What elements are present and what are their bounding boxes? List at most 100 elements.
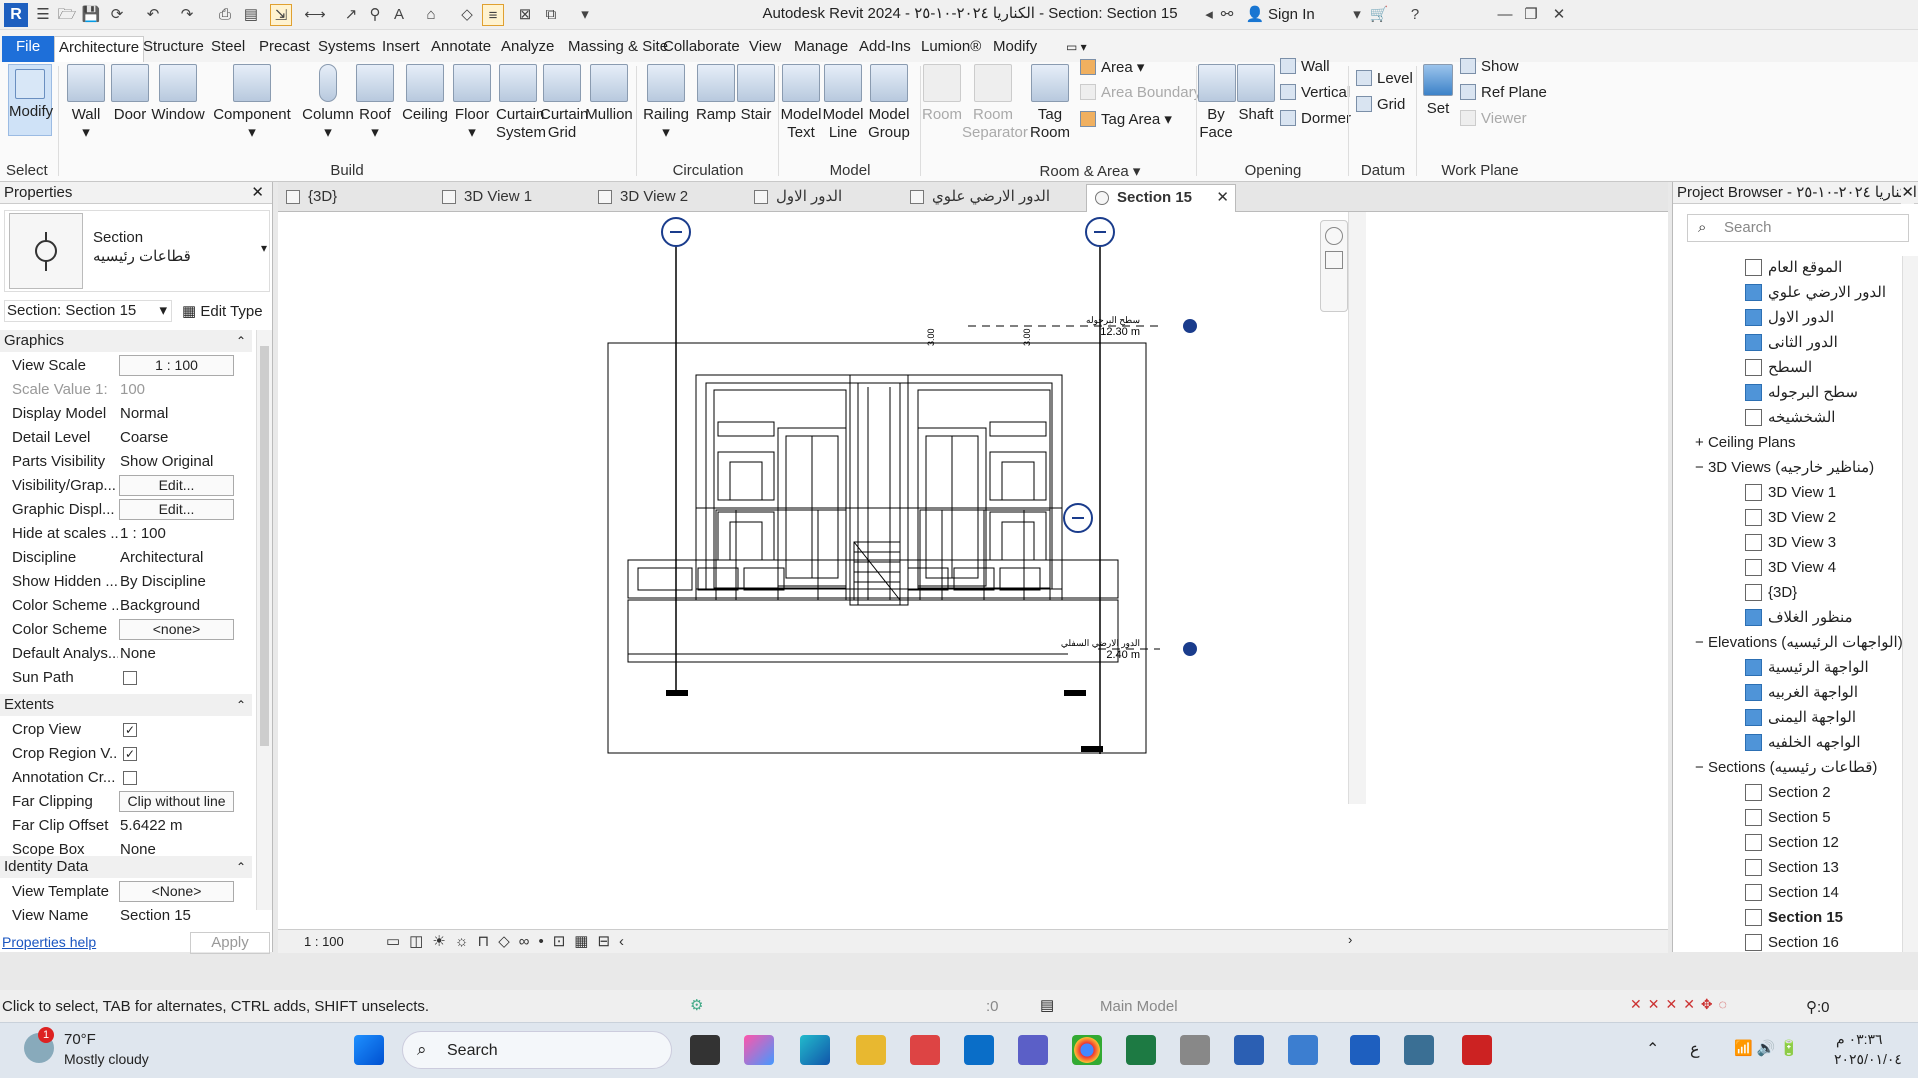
open-icon[interactable]: 🗁 xyxy=(56,4,78,26)
property-row[interactable]: Graphic Displ... Edit... xyxy=(0,498,252,522)
curtain-grid-button[interactable]: Curtain Grid xyxy=(540,64,588,142)
network-volume-battery-icons[interactable]: 📶 🔊 🔋 xyxy=(1734,1039,1798,1057)
close-hidden-icon[interactable]: ⊠ xyxy=(514,4,536,26)
scroll-thumb[interactable] xyxy=(260,346,269,746)
property-value-box[interactable]: Clip without line xyxy=(119,791,234,812)
property-row[interactable]: Annotation Cr... xyxy=(0,766,252,790)
close-icon[interactable]: ✕ xyxy=(1548,4,1570,26)
column-button[interactable]: Column ▾ xyxy=(296,64,360,142)
property-checkbox[interactable] xyxy=(123,671,137,685)
shaft-button[interactable]: Shaft xyxy=(1236,64,1276,124)
browser-section-item[interactable]: Section 2 xyxy=(1745,781,1831,805)
undo-icon[interactable]: ↶ xyxy=(142,4,164,26)
mullion-button[interactable]: Mullion xyxy=(584,64,634,124)
save-icon[interactable]: 💾 xyxy=(80,4,102,26)
type-selector[interactable]: Section قطاعات رئيسيه ▾ xyxy=(4,210,270,292)
room-button[interactable]: Room xyxy=(922,64,962,124)
browser-plan-item[interactable]: سطح البرجوله xyxy=(1745,381,1858,405)
close-icon[interactable]: ✕ xyxy=(251,182,264,204)
properties-help-link[interactable]: Properties help xyxy=(2,934,96,950)
property-row[interactable]: Crop Region V... ✓ xyxy=(0,742,252,766)
tab-insert[interactable]: Insert xyxy=(378,36,424,62)
property-row[interactable]: Visibility/Grap... Edit... xyxy=(0,474,252,498)
apply-button[interactable]: Apply xyxy=(190,932,270,954)
model-text-button[interactable]: Model Text xyxy=(780,64,822,142)
active-model[interactable]: Main Model xyxy=(1100,998,1178,1015)
instance-selector[interactable]: Section: Section 15 ▾ xyxy=(4,300,172,322)
property-row[interactable]: Crop View ✓ xyxy=(0,718,252,742)
browser-elevation-item[interactable]: الواجهة الغربيه xyxy=(1745,681,1858,705)
view-tab-3d-view-2[interactable]: 3D View 2 xyxy=(590,184,740,212)
identity-section[interactable]: Identity Data ⌃ xyxy=(0,856,252,878)
home-3d-icon[interactable]: ⌂ xyxy=(420,4,442,26)
revit-logo-icon[interactable]: R xyxy=(4,3,28,27)
stair-button[interactable]: Stair xyxy=(736,64,776,124)
browser-section-item[interactable]: Section 12 xyxy=(1745,831,1839,855)
modify-button[interactable]: Modify xyxy=(8,64,53,136)
help-icon[interactable]: ? xyxy=(1404,4,1426,26)
canvas-vscrollbar[interactable] xyxy=(1348,212,1366,804)
grid-button[interactable]: Grid xyxy=(1356,96,1405,113)
steering-wheel-icon[interactable] xyxy=(1325,227,1343,245)
tile-windows-icon[interactable]: ⧉ xyxy=(540,4,562,26)
chevron-right-icon[interactable]: › xyxy=(1348,932,1352,947)
binoculars-icon[interactable]: ⚯ xyxy=(1216,4,1238,26)
tray-chevron-icon[interactable]: ⌃ xyxy=(1646,1039,1659,1059)
browser-plan-item[interactable]: الموقع العام xyxy=(1745,256,1842,280)
browser-plan-item[interactable]: الدور الاول xyxy=(1745,306,1834,330)
customize-qat-icon[interactable]: ▾ xyxy=(574,4,596,26)
task-view-icon[interactable] xyxy=(690,1035,720,1065)
chrome-icon[interactable] xyxy=(1072,1035,1102,1065)
ramp-button[interactable]: Ramp xyxy=(694,64,738,124)
autocad-icon[interactable] xyxy=(1462,1035,1492,1065)
collapse-icon[interactable]: − xyxy=(1695,759,1708,776)
windows-start-icon[interactable] xyxy=(354,1035,384,1065)
text-icon[interactable]: A xyxy=(388,4,410,26)
property-row[interactable]: View Name Section 15 xyxy=(0,904,252,928)
browser-elevation-item[interactable]: الواجهة الرئيسية xyxy=(1745,656,1869,680)
store-icon[interactable] xyxy=(910,1035,940,1065)
property-value-box[interactable]: <none> xyxy=(119,619,234,640)
browser-elevation-item[interactable]: الواجهة اليمنى xyxy=(1745,706,1856,730)
browser-section-item[interactable]: Section 15 xyxy=(1745,906,1843,930)
print-icon[interactable]: ⎙ xyxy=(214,4,236,26)
excel-icon[interactable] xyxy=(1126,1035,1156,1065)
property-row[interactable]: Display Model Normal xyxy=(0,402,252,426)
browser-3d-view-item[interactable]: 3D View 1 xyxy=(1745,481,1836,505)
clock-date[interactable]: ٢٠٢٥/٠١/٠٤ xyxy=(1834,1051,1902,1068)
floor-button[interactable]: Floor ▾ xyxy=(450,64,494,142)
tab-lumion[interactable]: Lumion® xyxy=(917,36,985,62)
view-tab-3d[interactable]: {3D} xyxy=(278,184,428,212)
extents-section[interactable]: Extents ⌃ xyxy=(0,694,252,716)
collapse-icon[interactable]: − xyxy=(1695,634,1708,651)
section-icon[interactable]: ◇ xyxy=(456,4,478,26)
close-icon[interactable]: ✕ xyxy=(1901,182,1914,204)
property-row[interactable]: View Template <None> xyxy=(0,880,252,904)
tag-area-button[interactable]: Tag Area ▾ xyxy=(1080,110,1172,128)
measure-icon[interactable]: ⟷ xyxy=(304,4,326,26)
property-row[interactable]: Scale Value 1: 100 xyxy=(0,378,252,402)
browser-search-input[interactable]: ⌕ Search xyxy=(1687,214,1909,242)
ceiling-button[interactable]: Ceiling xyxy=(400,64,450,124)
filter-count[interactable]: ⚲:0 xyxy=(1806,998,1830,1016)
minimize-icon[interactable]: — xyxy=(1494,4,1516,26)
navigation-bar[interactable] xyxy=(1320,220,1348,312)
browser-3d-view-item[interactable]: {3D} xyxy=(1745,581,1797,605)
browser-plan-item[interactable]: السطح xyxy=(1745,356,1812,380)
taskbar-search[interactable]: ⌕ Search xyxy=(402,1031,672,1069)
tab-structure[interactable]: Structure xyxy=(139,36,208,62)
selection-filter-icons[interactable]: ✕✕✕✕✥◌ xyxy=(1630,996,1733,1013)
close-icon[interactable]: ✕ xyxy=(1216,185,1229,211)
tab-add-ins[interactable]: Add-Ins xyxy=(855,36,915,62)
tab-steel[interactable]: Steel xyxy=(207,36,249,62)
roof-button[interactable]: Roof ▾ xyxy=(352,64,398,142)
browser-3d-view-item[interactable]: 3D View 2 xyxy=(1745,506,1836,530)
view-scale[interactable]: 1 : 100 xyxy=(304,934,344,949)
property-checkbox[interactable] xyxy=(123,771,137,785)
set-work-plane-button[interactable]: Set xyxy=(1420,64,1456,118)
thin-lines-icon[interactable]: ≡ xyxy=(482,4,504,26)
view-tab-section-15[interactable]: Section 15 ✕ xyxy=(1086,184,1236,212)
view-tab-ground-upper[interactable]: الدور الارضي علوي xyxy=(902,184,1080,212)
edit-type-button[interactable]: ▦ Edit Type xyxy=(182,302,263,320)
property-value-box[interactable]: <None> xyxy=(119,881,234,902)
